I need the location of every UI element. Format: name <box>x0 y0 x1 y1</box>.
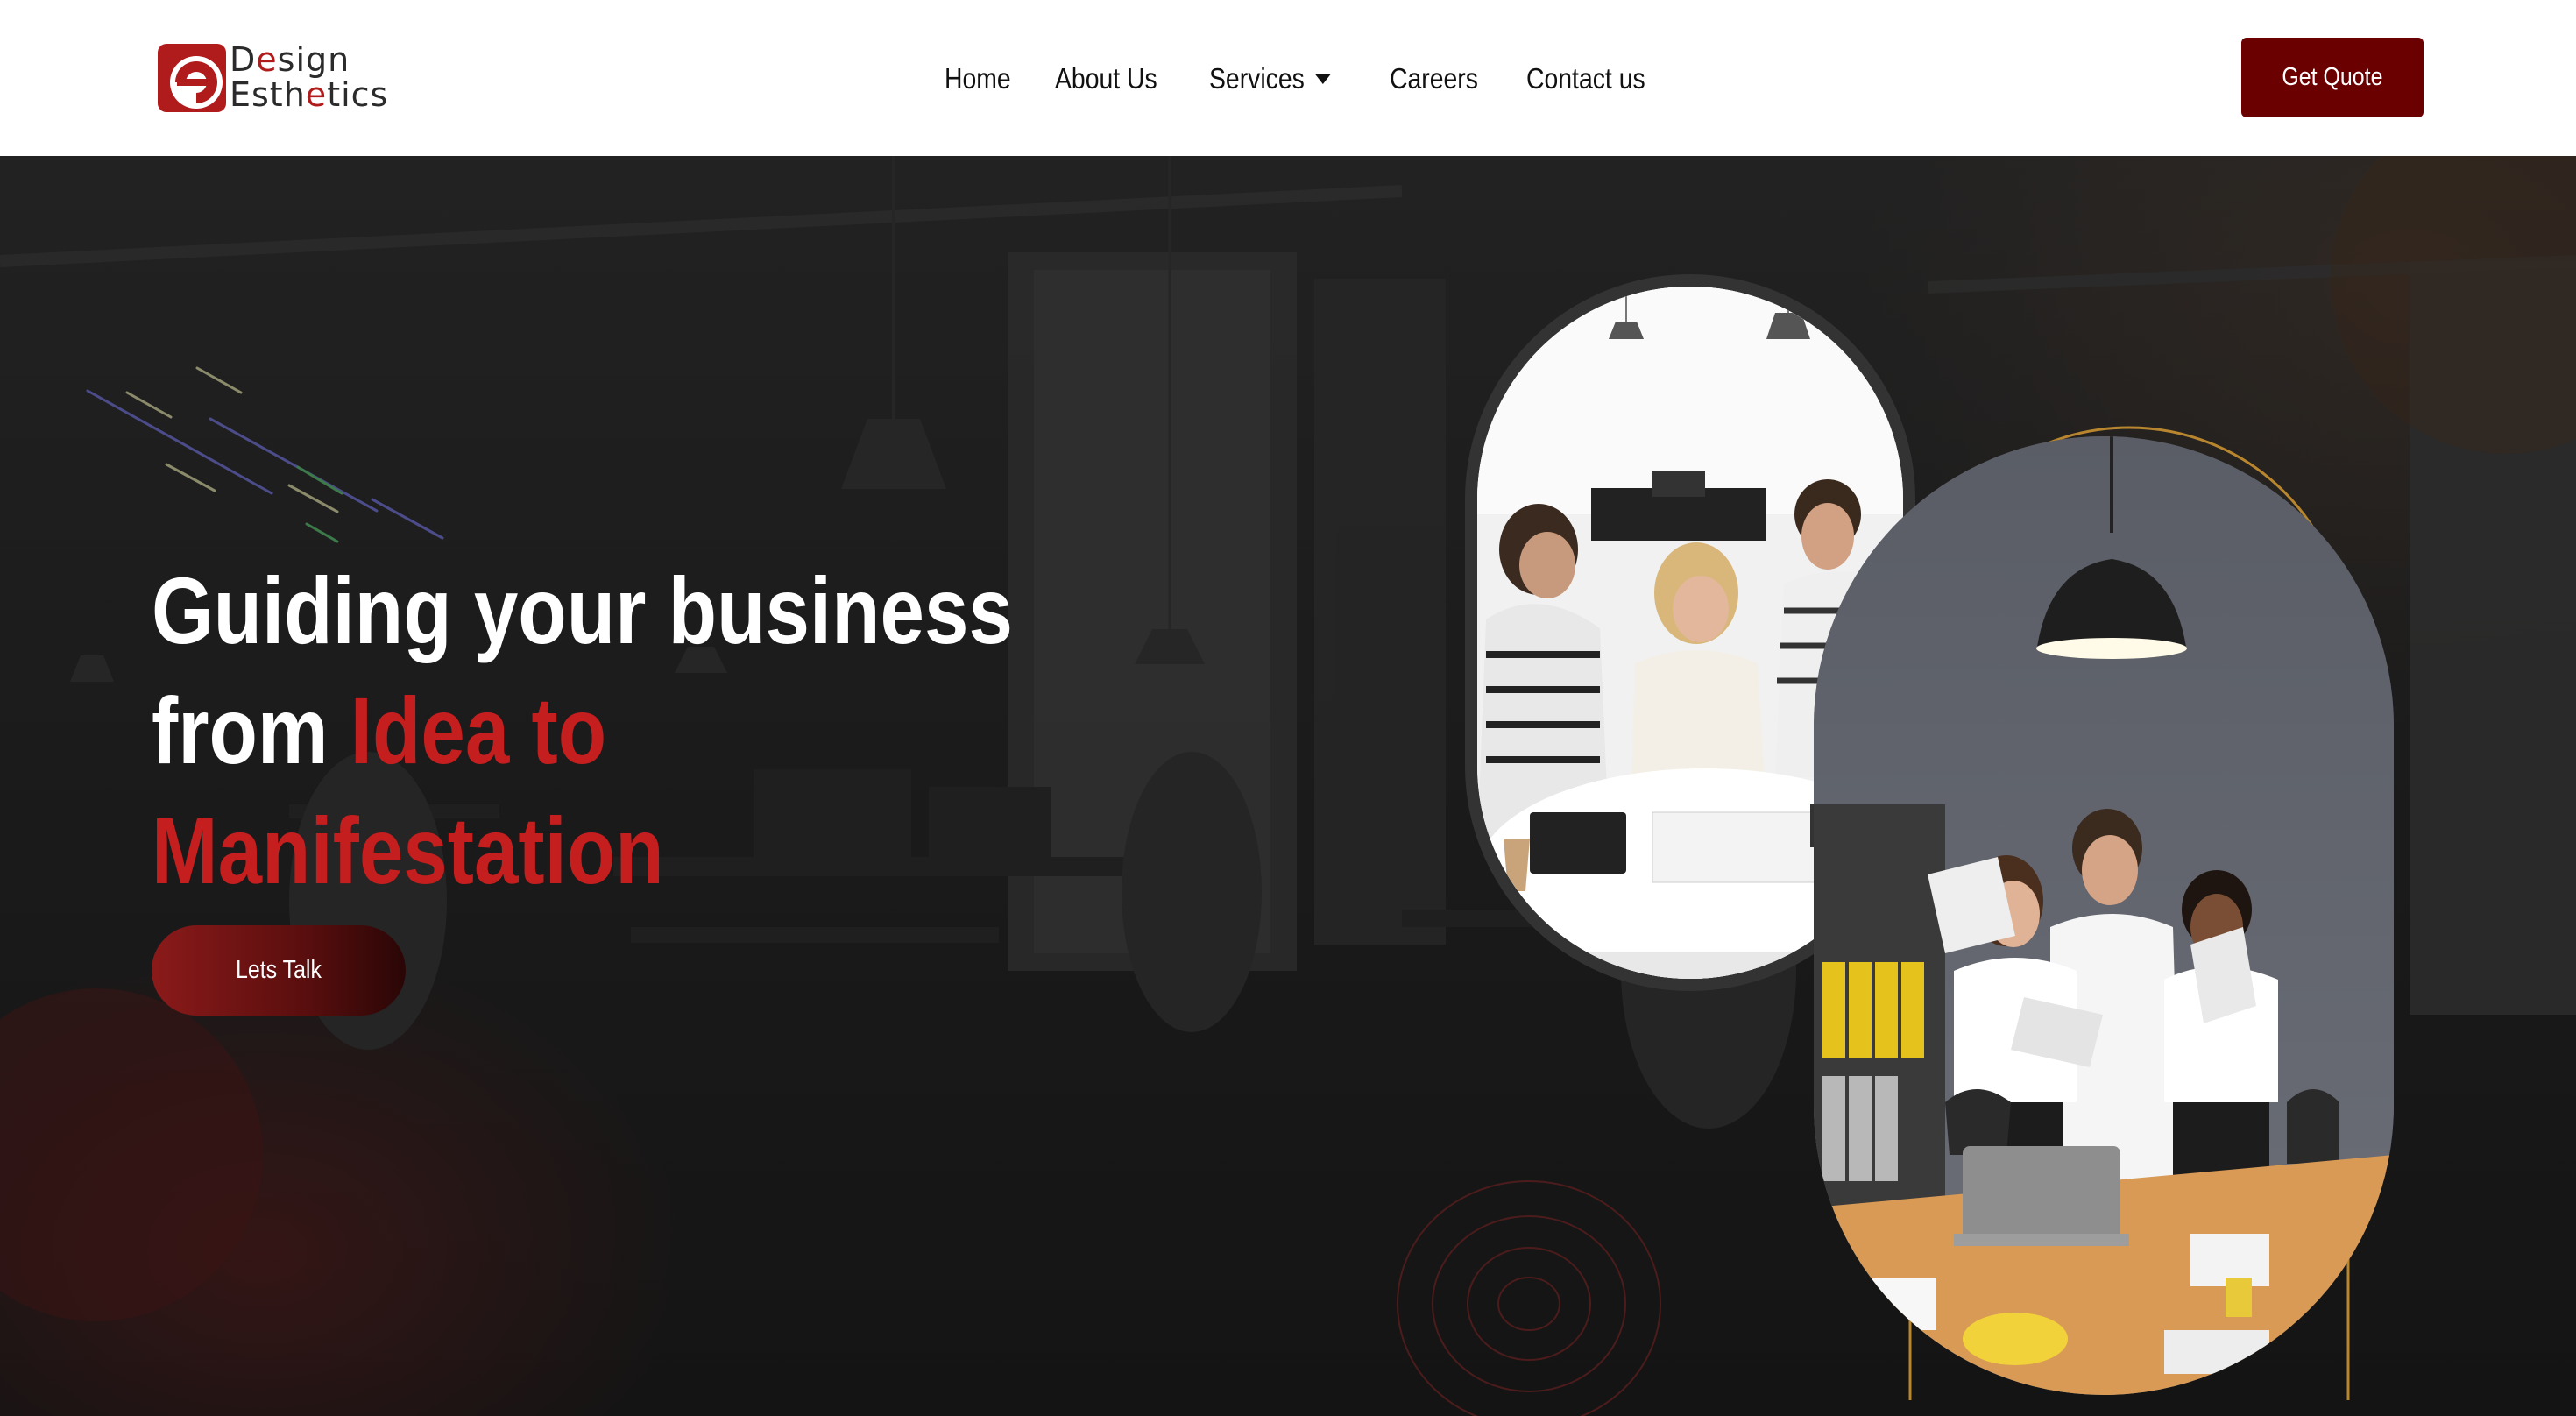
brand-wordmark: Design Esthetics <box>230 42 405 112</box>
nav-item-home[interactable]: Home <box>945 62 1011 96</box>
hero-section: Guiding your business from Idea to Manif… <box>0 156 2576 1416</box>
hero-heading-line-2: from Idea to <box>152 670 888 790</box>
team-review-image <box>1814 436 2394 1395</box>
brand-logo[interactable]: Design Esthetics <box>158 42 398 116</box>
hero-heading-line-1: Guiding your business <box>152 557 1013 663</box>
nav-item-services-label: Services <box>1208 62 1305 95</box>
site-header: Design Esthetics Home About Us Services … <box>0 0 2576 156</box>
hero-heading-prefix: from <box>152 677 350 783</box>
lets-talk-label: Lets Talk <box>236 956 322 984</box>
nav-item-about-us[interactable]: About Us <box>1055 62 1157 96</box>
hero-heading: Guiding your business from Idea to Manif… <box>152 550 1013 910</box>
brand-text: sign <box>277 40 350 79</box>
nav-item-services[interactable]: Services <box>1209 62 1330 96</box>
lets-talk-button[interactable]: Lets Talk <box>152 925 406 1016</box>
brand-text-accent: e <box>256 40 278 79</box>
team-review-photo <box>1814 436 2394 1395</box>
brand-text: tics <box>327 75 389 114</box>
brand-line-1: Design <box>230 42 405 77</box>
get-quote-label: Get Quote <box>2282 63 2383 91</box>
hero-heading-line-3: Manifestation <box>152 797 664 903</box>
main-nav: Home About Us Services Careers Contact u… <box>945 54 1687 103</box>
brand-text: Esth <box>230 75 306 114</box>
nav-item-careers[interactable]: Careers <box>1390 62 1478 96</box>
caret-down-icon[interactable] <box>1314 74 1330 84</box>
brand-text: D <box>230 40 257 79</box>
nav-item-contact-us[interactable]: Contact us <box>1526 62 1645 96</box>
hero-heading-accent: Idea to <box>350 677 607 783</box>
brand-text-accent: e <box>305 75 328 114</box>
design-esthetics-logo-icon <box>158 44 226 112</box>
get-quote-button[interactable]: Get Quote <box>2241 38 2424 117</box>
brand-line-2: Esthetics <box>230 77 405 112</box>
